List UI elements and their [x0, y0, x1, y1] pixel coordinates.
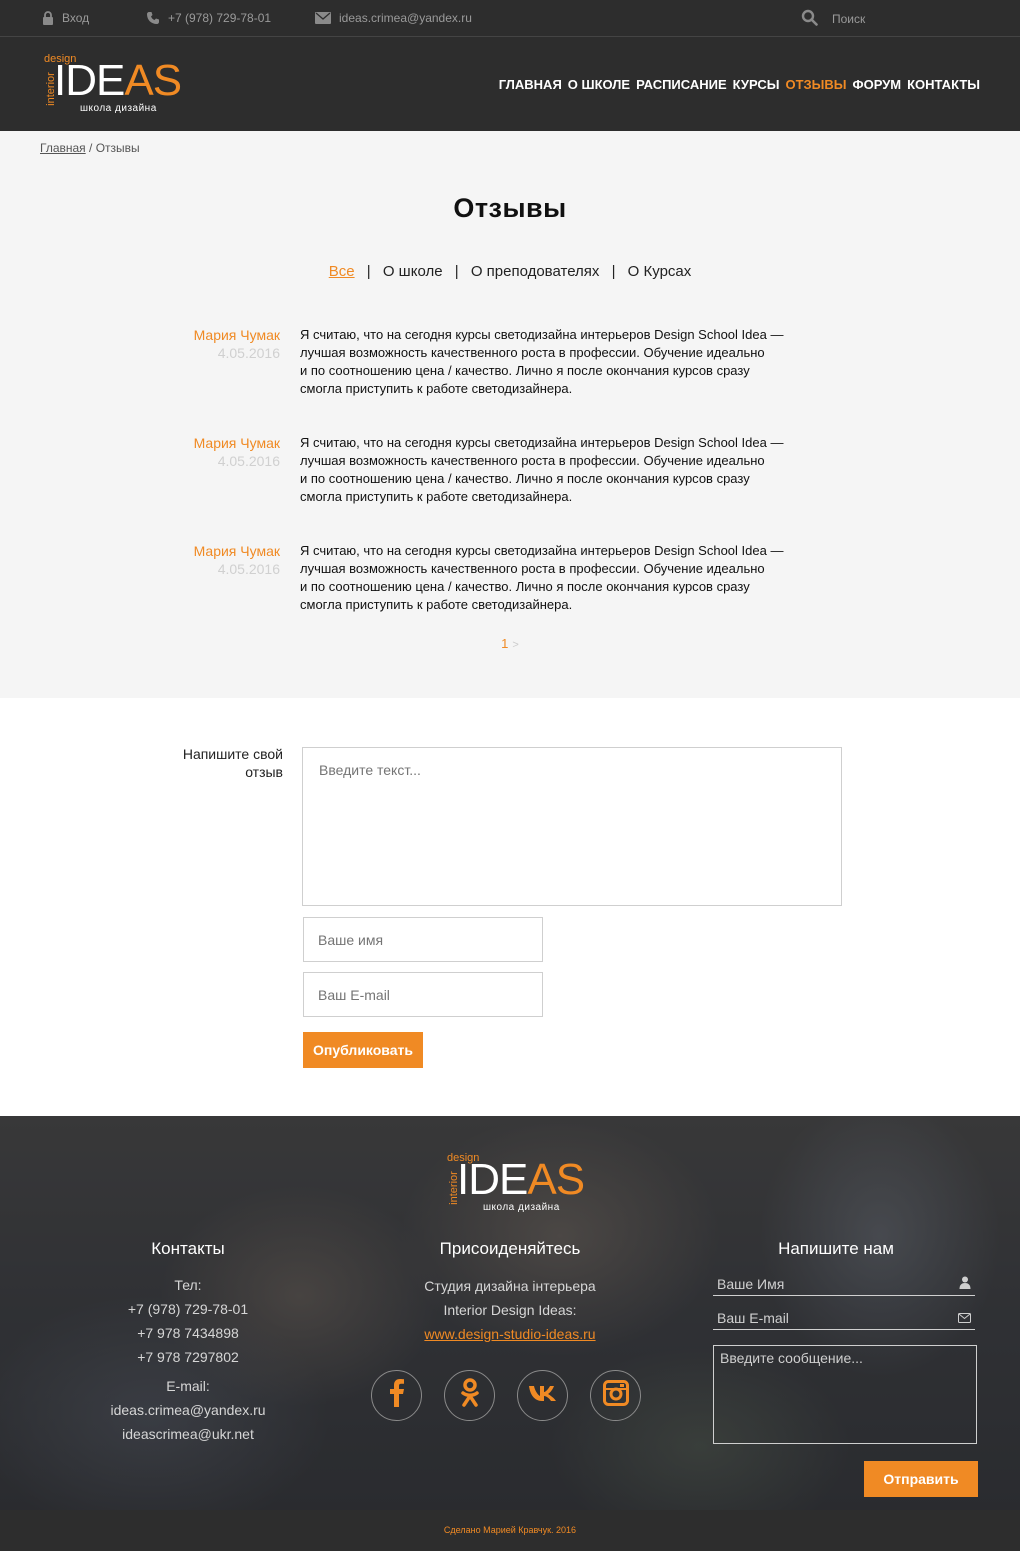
nav-item-reviews[interactable]: ОТЗЫВЫ: [785, 77, 846, 92]
copyright: Сделано Марией Кравчук. 2016: [0, 1510, 1020, 1551]
phone-label: +7 (978) 729-78-01: [168, 11, 272, 25]
contact-name-input[interactable]: Ваше Имя: [713, 1272, 975, 1296]
page-title: Отзывы: [453, 193, 567, 223]
pagination: 1 >: [0, 636, 1020, 651]
review-meta: Мария Чумак 4.05.2016: [194, 326, 280, 362]
search-icon: [801, 9, 818, 26]
join-title: Присоиденяйтесь: [439, 1239, 581, 1258]
review-text: Я считаю, что на сегодня курсы светодиза…: [300, 435, 784, 504]
search-button[interactable]: Поиск: [801, 9, 865, 26]
review-form-label: Напишите свой отзыв: [182, 746, 283, 780]
facebook-icon: [389, 1379, 405, 1412]
instagram-button[interactable]: [590, 1370, 641, 1421]
publish-button[interactable]: Опубликовать: [303, 1032, 423, 1068]
lock-icon: [42, 11, 54, 25]
nav-item-contacts[interactable]: КОНТАКТЫ: [907, 77, 980, 92]
site-logo[interactable]: design interior IDEAS школа дизайна: [40, 53, 182, 117]
logo-subtitle: школа дизайна: [80, 103, 157, 114]
nav-item-schedule[interactable]: РАСПИСАНИЕ: [636, 77, 727, 92]
filter-all[interactable]: Все: [329, 263, 355, 280]
review-text: Я считаю, что на сегодня курсы светодиза…: [300, 327, 784, 396]
review-text: Я считаю, что на сегодня курсы светодиза…: [300, 543, 784, 612]
contacts-title: Контакты: [151, 1239, 225, 1258]
review-date: 4.05.2016: [217, 561, 280, 577]
page-1-link[interactable]: 1: [501, 636, 508, 651]
review-date: 4.05.2016: [217, 453, 280, 469]
review-date: 4.05.2016: [217, 345, 280, 361]
search-label: Поиск: [832, 11, 866, 26]
review-email-input[interactable]: [303, 972, 543, 1017]
nav-item-home[interactable]: ГЛАВНАЯ: [499, 77, 562, 92]
login-link[interactable]: Вход: [42, 11, 89, 25]
odnoklassniki-button[interactable]: [444, 1370, 495, 1421]
studio-website-link[interactable]: www.design-studio-ideas.ru: [380, 1322, 640, 1346]
write-us-title: Напишите нам: [778, 1239, 894, 1258]
footer-email-1[interactable]: ideas.crimea@yandex.ru: [88, 1398, 288, 1422]
main-nav: ГЛАВНАЯ О ШКОЛЕ РАСПИСАНИЕ КУРСЫ ОТЗЫВЫ …: [499, 77, 980, 92]
filter-teachers[interactable]: О преподователях: [471, 263, 600, 280]
footer-email-2[interactable]: ideascrimea@ukr.net: [88, 1422, 288, 1446]
login-label: Вход: [62, 11, 90, 25]
phone-icon: [146, 11, 160, 25]
envelope-icon: [315, 12, 331, 24]
email-link[interactable]: ideas.crimea@yandex.ru: [315, 11, 472, 25]
send-button[interactable]: Отправить: [864, 1461, 978, 1497]
footer-phone-3[interactable]: +7 978 7297802: [88, 1345, 288, 1369]
breadcrumb-separator: /: [85, 141, 96, 155]
odnoklassniki-icon: [460, 1378, 480, 1413]
review-meta: Мария Чумак 4.05.2016: [194, 434, 280, 470]
site-footer: design interior IDEAS школа дизайна Конт…: [0, 1116, 1020, 1510]
filter-school[interactable]: О школе: [383, 263, 443, 280]
review-name-input[interactable]: [303, 917, 543, 962]
footer-phone-2[interactable]: +7 978 7434898: [88, 1321, 288, 1345]
nav-item-courses[interactable]: КУРСЫ: [733, 77, 780, 92]
review-filters: Все | О школе | О преподователях | О Кур…: [0, 263, 1020, 280]
email-label: E-mail:: [166, 1378, 210, 1394]
filter-separator: |: [366, 263, 371, 280]
review-author: Мария Чумак: [193, 435, 280, 451]
breadcrumb-current: Отзывы: [95, 141, 140, 155]
vk-button[interactable]: [517, 1370, 568, 1421]
instagram-icon: [602, 1380, 629, 1411]
review-author: Мария Чумак: [193, 543, 280, 559]
studio-line-2: Interior Design Ideas:: [443, 1302, 577, 1318]
tel-label: Тел:: [174, 1277, 202, 1293]
filter-courses[interactable]: О Курсах: [628, 263, 692, 280]
breadcrumb-home[interactable]: Главная: [40, 141, 86, 155]
reviews-section: Главная / Отзывы Отзывы Все | О школе | …: [0, 131, 1020, 698]
contact-message-input[interactable]: Введите сообщение...: [713, 1345, 977, 1444]
site-header: design interior IDEAS школа дизайна ГЛАВ…: [0, 37, 1020, 131]
envelope-icon: [958, 1310, 971, 1326]
studio-line-1: Студия дизайна інтерьера: [424, 1278, 596, 1294]
breadcrumb: Главная / Отзывы: [40, 141, 140, 155]
review-meta: Мария Чумак 4.05.2016: [194, 542, 280, 578]
user-icon: [959, 1276, 971, 1292]
next-page-link[interactable]: >: [512, 639, 518, 651]
contact-email-input[interactable]: Ваш E-mail: [713, 1306, 975, 1330]
review-text-input[interactable]: [302, 747, 842, 906]
filter-separator: |: [611, 263, 616, 280]
filter-separator: |: [454, 263, 459, 280]
email-label: ideas.crimea@yandex.ru: [339, 11, 472, 25]
top-bar: Вход +7 (978) 729-78-01 ideas.crimea@yan…: [0, 0, 1020, 37]
nav-item-about[interactable]: О ШКОЛЕ: [568, 77, 630, 92]
vk-icon: [528, 1384, 558, 1407]
phone-link[interactable]: +7 (978) 729-78-01: [146, 11, 271, 25]
facebook-button[interactable]: [371, 1370, 422, 1421]
footer-phone-1[interactable]: +7 (978) 729-78-01: [88, 1297, 288, 1321]
footer-logo[interactable]: design interior IDEAS школа дизайна: [443, 1152, 585, 1216]
nav-item-forum[interactable]: ФОРУМ: [853, 77, 902, 92]
logo-wordmark: IDEAS: [54, 56, 182, 105]
review-author: Мария Чумак: [193, 327, 280, 343]
